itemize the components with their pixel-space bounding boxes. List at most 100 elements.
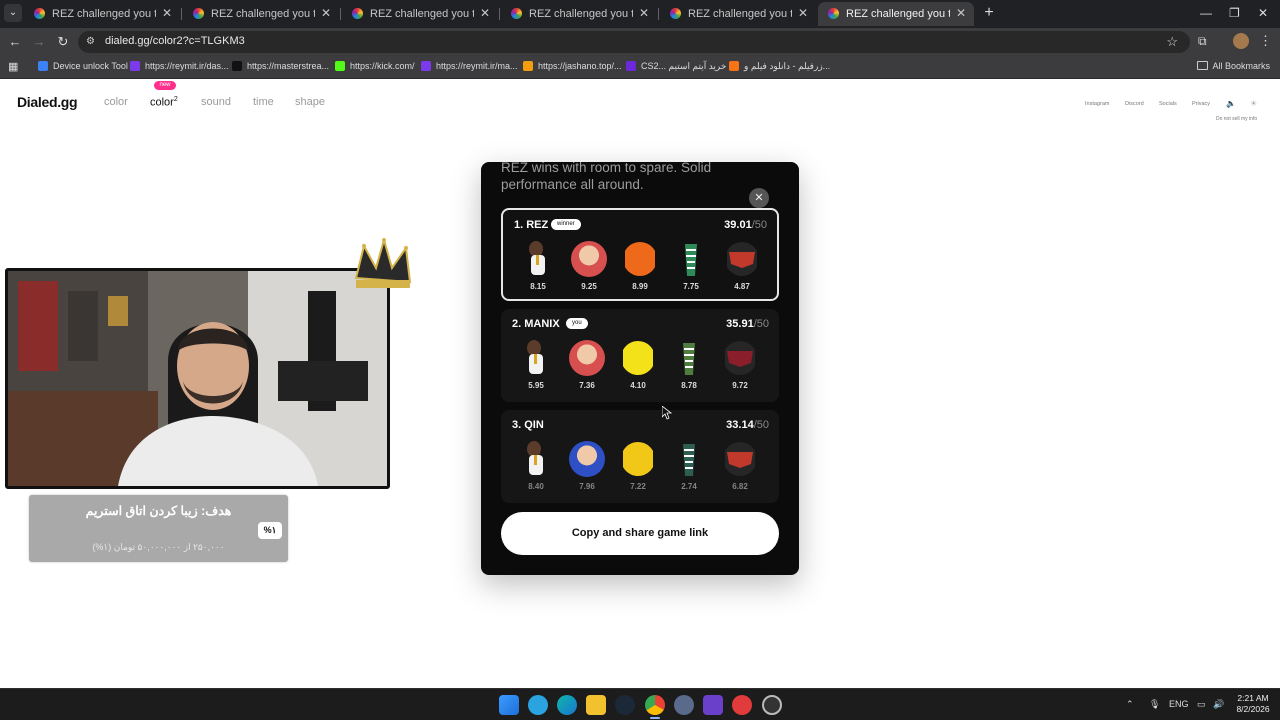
bookmark-label: https://kick.com/ — [350, 61, 415, 71]
site-logo[interactable]: Dialed.gg — [17, 94, 78, 110]
system-clock[interactable]: 2:21 AM 8/2/2026 — [1231, 693, 1275, 715]
apps-grid-icon[interactable]: ▦ — [8, 61, 20, 73]
bookmark-item[interactable]: https://jashano.top/... — [523, 61, 622, 71]
bookmark-item[interactable]: https://reymit.ir/das... — [130, 61, 229, 71]
crown-icon — [354, 238, 412, 288]
reload-icon[interactable]: ↻ — [55, 34, 71, 50]
r-app-icon[interactable] — [703, 695, 723, 715]
browser-tab-active[interactable]: REZ challenged you to a character ✕ — [818, 2, 974, 26]
theme-sun-icon[interactable]: ☀ — [1250, 99, 1257, 108]
character-icon — [623, 341, 653, 375]
dialed-favicon-icon — [670, 8, 681, 19]
color-swatch — [724, 241, 760, 277]
tab-title: REZ challenged you to a character — [211, 8, 315, 20]
instagram-link[interactable]: Instagram — [1085, 101, 1109, 107]
start-windows-icon[interactable] — [499, 695, 519, 715]
close-tab-icon[interactable]: ✕ — [321, 6, 331, 20]
browser-tab[interactable]: REZ challenged you to a character ✕ — [183, 2, 339, 26]
score-value: 39.01 — [724, 219, 752, 231]
profile-avatar[interactable] — [1233, 33, 1249, 49]
nav-sound[interactable]: sound — [201, 96, 231, 108]
browser-tab[interactable]: REZ challenged you to a character ✕ — [24, 2, 180, 26]
character-icon — [727, 242, 757, 276]
swatch-score: 7.36 — [579, 381, 595, 390]
color-swatch — [673, 241, 709, 277]
close-tab-icon[interactable]: ✕ — [798, 6, 808, 20]
player-total-score: 39.01/50 — [724, 219, 767, 231]
character-icon — [529, 241, 545, 275]
site-info-icon[interactable]: ⚙ — [86, 35, 100, 49]
file-explorer-icon[interactable] — [586, 695, 606, 715]
close-tab-icon[interactable]: ✕ — [956, 6, 966, 20]
bookmark-star-icon[interactable]: ☆ — [1166, 34, 1178, 50]
close-tab-icon[interactable]: ✕ — [162, 6, 172, 20]
bookmark-item[interactable]: CS2... خرید آیتم استیم — [626, 61, 726, 72]
restore-icon[interactable]: ❐ — [1229, 6, 1240, 20]
player-rank-name: 2. MANIX — [512, 318, 560, 330]
nav-time[interactable]: time — [253, 96, 274, 108]
color-swatch — [671, 441, 707, 477]
close-modal-button[interactable]: ✕ — [749, 188, 769, 208]
telegram-icon[interactable] — [528, 695, 548, 715]
score-max: /50 — [753, 419, 769, 431]
bookmark-item[interactable]: https://reymit.ir/ma... — [421, 61, 518, 71]
sound-toggle-icon[interactable]: 🔈 — [1226, 99, 1236, 108]
mic-icon[interactable]: 🎙 — [1149, 699, 1160, 710]
bookmark-label: زرفیلم - دانلود فیلم و... — [744, 61, 831, 71]
tab-search-chevron-icon[interactable]: ⌄ — [4, 4, 22, 22]
network-icon[interactable]: ▭ — [1197, 699, 1206, 710]
privacy-link[interactable]: Privacy — [1192, 101, 1210, 107]
character-icon — [574, 240, 604, 278]
do-not-sell-link[interactable]: Do not sell my info — [1216, 116, 1257, 122]
bookmark-item[interactable]: Device unlock Tool — [38, 61, 128, 71]
close-tab-icon[interactable]: ✕ — [639, 6, 649, 20]
nav-label: shape — [295, 96, 325, 108]
browser-tab[interactable]: REZ challenged you to a character ✕ — [501, 2, 657, 26]
red-app-icon[interactable] — [732, 695, 752, 715]
bookmark-label: https://masterstrea... — [247, 61, 330, 71]
menu-kebab-icon[interactable]: ⋮ — [1259, 33, 1272, 49]
bookmark-item[interactable]: https://masterstrea... — [232, 61, 329, 71]
swatch-score: 5.95 — [528, 381, 544, 390]
color-swatch — [722, 441, 758, 477]
browser-tab[interactable]: REZ challenged you to a character ✕ — [660, 2, 816, 26]
steam-icon[interactable] — [615, 695, 635, 715]
tab-title: REZ challenged you to a character — [370, 8, 474, 20]
socials-link[interactable]: Socials — [1159, 101, 1177, 107]
language-indicator[interactable]: ENG — [1169, 699, 1189, 709]
back-icon[interactable]: ← — [7, 34, 23, 50]
url-text[interactable]: dialed.gg/color2?c=TLGKM3 — [105, 35, 245, 47]
bookmark-label: https://reymit.ir/das... — [145, 61, 229, 71]
goal-percent-badge: %۱ — [258, 522, 282, 539]
score-value: 35.91 — [726, 318, 754, 330]
you-badge: you — [566, 318, 588, 329]
bookmark-item[interactable]: زرفیلم - دانلود فیلم و... — [729, 61, 830, 72]
color-swatch — [622, 241, 658, 277]
discord-link[interactable]: Discord — [1125, 101, 1144, 107]
dialed-favicon-icon — [828, 8, 839, 19]
minimize-icon[interactable]: — — [1200, 6, 1212, 20]
results-modal: REZ wins with room to spare. Solid perfo… — [481, 162, 799, 575]
all-bookmarks-button[interactable]: All Bookmarks — [1197, 61, 1270, 71]
swatch-score: 2.74 — [681, 482, 697, 491]
browser-tab[interactable]: REZ challenged you to a character ✕ — [342, 2, 498, 26]
extensions-puzzle-icon[interactable]: ⧉ — [1198, 34, 1212, 48]
address-bar[interactable]: ⚙ dialed.gg/color2?c=TLGKM3 ☆ — [78, 31, 1190, 53]
tray-overflow-chevron-icon[interactable]: ⌃ — [1126, 699, 1134, 710]
player-rank-name: 1. REZ — [514, 219, 549, 231]
nav-color[interactable]: color — [104, 96, 128, 108]
copy-share-link-button[interactable]: Copy and share game link — [501, 512, 779, 555]
nav-shape[interactable]: shape — [295, 96, 325, 108]
nav-color2[interactable]: color2 — [150, 96, 178, 109]
new-tab-icon[interactable]: + — [980, 4, 998, 22]
app-icon[interactable] — [674, 695, 694, 715]
close-tab-icon[interactable]: ✕ — [480, 6, 490, 20]
obs-icon[interactable] — [762, 695, 782, 715]
forward-icon[interactable]: → — [31, 34, 47, 50]
volume-icon[interactable]: 🔊 — [1213, 699, 1224, 710]
chrome-icon[interactable] — [645, 695, 665, 715]
close-window-icon[interactable]: ✕ — [1258, 6, 1268, 20]
character-icon — [623, 442, 653, 476]
edge-icon[interactable] — [557, 695, 577, 715]
bookmark-item[interactable]: https://kick.com/ — [335, 61, 415, 71]
